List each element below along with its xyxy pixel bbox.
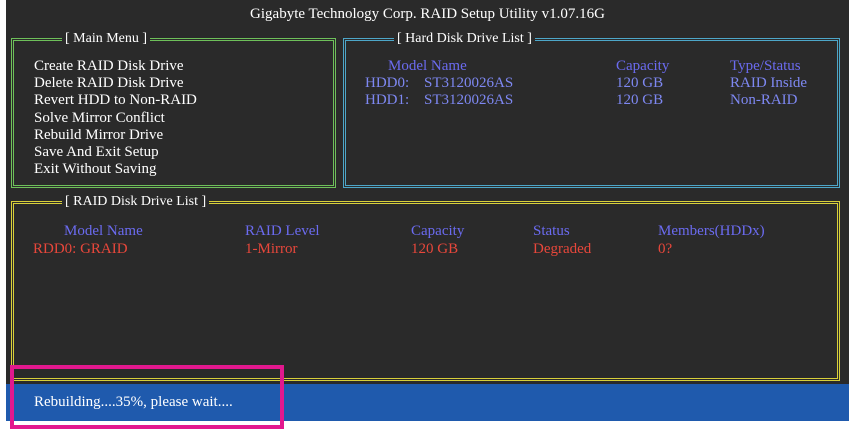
hdd-list-label: [ Hard Disk Drive List ] (394, 30, 535, 48)
hdd-row-capacity: 120 GB (616, 75, 664, 91)
hdd-row-id[interactable]: HDD0: (365, 75, 409, 92)
raid-row-level: 1-Mirror (245, 241, 298, 257)
raid-row-model[interactable]: RDD0: GRAID (33, 241, 128, 258)
hdd-row-id[interactable]: HDD1: (365, 92, 409, 109)
raid-list-panel: [ RAID Disk Drive List ] Model Name RAID… (11, 193, 840, 381)
menu-item-rebuild-mirror[interactable]: Rebuild Mirror Drive (34, 127, 163, 144)
raid-header-model: Model Name (64, 223, 143, 239)
raid-list-label: [ RAID Disk Drive List ] (62, 193, 210, 211)
raid-header-level: RAID Level (245, 223, 320, 239)
main-menu-label: [ Main Menu ] (62, 30, 151, 48)
main-menu-panel: [ Main Menu ] Create RAID Disk Drive Del… (11, 30, 336, 188)
page-title: Gigabyte Technology Corp. RAID Setup Uti… (250, 6, 605, 22)
menu-item-delete-raid[interactable]: Delete RAID Disk Drive (34, 75, 184, 92)
hdd-row-capacity: 120 GB (616, 92, 664, 108)
menu-item-create-raid[interactable]: Create RAID Disk Drive (34, 58, 184, 75)
hdd-list-panel: [ Hard Disk Drive List ] Model Name Capa… (343, 30, 840, 188)
raid-row-status: Degraded (533, 241, 592, 257)
callout-highlight-box (10, 365, 284, 429)
hdd-header-type: Type/Status (730, 58, 801, 74)
hdd-row-type: Non-RAID (730, 92, 798, 108)
raid-header-members: Members(HDDx) (658, 223, 765, 239)
raid-row-members: 0? (658, 241, 673, 257)
menu-item-save-exit[interactable]: Save And Exit Setup (34, 144, 159, 161)
hdd-row-type: RAID Inside (730, 75, 808, 91)
menu-item-solve-conflict[interactable]: Solve Mirror Conflict (34, 110, 165, 127)
raid-header-capacity: Capacity (411, 223, 465, 239)
hdd-header-capacity: Capacity (616, 58, 670, 74)
raid-row-capacity: 120 GB (411, 241, 459, 257)
bios-screen: Gigabyte Technology Corp. RAID Setup Uti… (0, 0, 850, 433)
hdd-row-model[interactable]: ST3120026AS (424, 75, 513, 92)
raid-header-status: Status (533, 223, 570, 239)
hdd-header-model: Model Name (388, 58, 467, 74)
menu-item-exit-without-saving[interactable]: Exit Without Saving (34, 161, 156, 178)
hdd-row-model[interactable]: ST3120026AS (424, 92, 513, 109)
menu-item-revert-hdd[interactable]: Revert HDD to Non-RAID (34, 92, 197, 109)
